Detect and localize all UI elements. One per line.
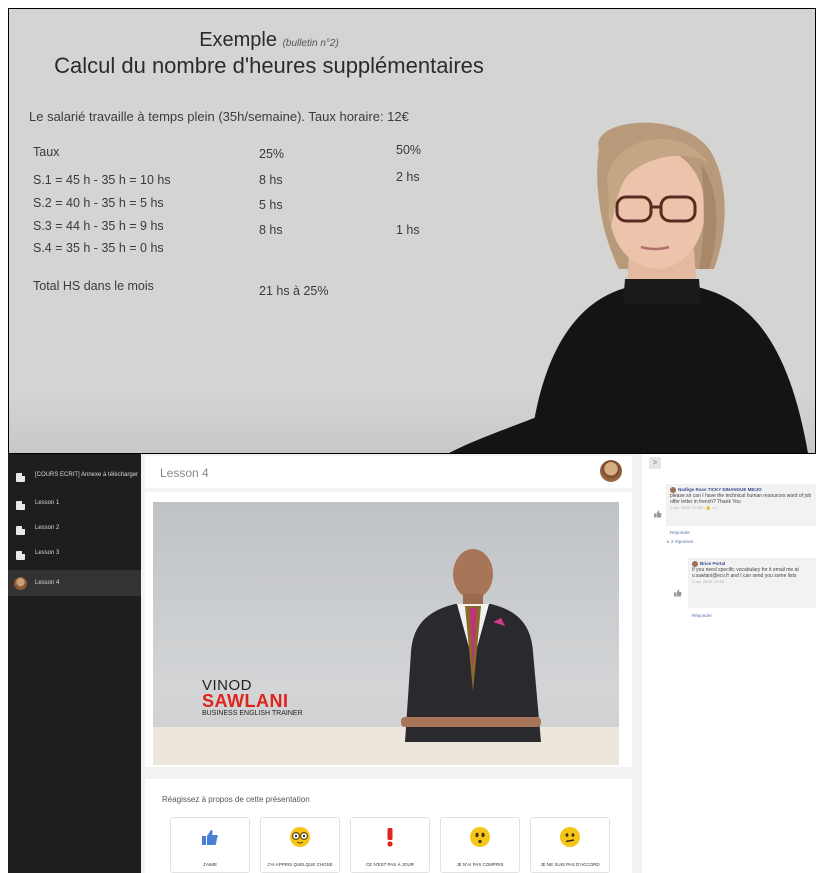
sidebar-item-lesson-2[interactable]: Lesson 2 [8,525,141,535]
comment-author: Nadège Rose TICKY DINANGUE MEIJO [678,487,762,493]
lesson-video-player[interactable]: VINOD SAWLANI BUSINESS ENGLISH TRAINER [153,502,619,765]
brand-tagline: BUSINESS ENGLISH TRAINER [202,710,303,717]
document-icon [16,501,25,510]
sidebar-item-label: Lesson 2 [35,525,60,531]
sidebar-item-lesson-1[interactable]: Lesson 1 [8,500,141,510]
learned-emoji-icon [289,826,311,848]
thumbs-up-icon [199,826,221,848]
document-icon [16,551,25,560]
trainer-image [401,549,541,742]
confused-emoji-icon [469,826,491,848]
lesson-main: Lesson 4 VINOD SAWLANI BUSINESS ENGLISH … [141,454,636,873]
comment-body: If you need specific vocabulary for it e… [692,567,799,579]
slide-row-c25: 8 hs [259,223,283,237]
lesson-video-card: VINOD SAWLANI BUSINESS ENGLISH TRAINER [145,492,632,767]
reaction-label: JE N'AI PAS COMPRIS [456,862,504,867]
reaction-like-button[interactable]: J'AIME [170,817,250,873]
reply-link[interactable]: Répondre [692,613,712,618]
reaction-disagree-button[interactable]: JE NE SUIS PAS D'ACCORD [530,817,610,873]
reaction-label: J'AI APPRIS QUELQUE CHOSE [267,862,333,867]
reaction-label: CE N'EST PAS À JOUR [366,862,414,867]
comments-panel: > Nadège Rose TICKY DINANGUE MEIJO pleas… [642,454,816,873]
comment-author: Brice Portal [700,561,726,567]
reaction-outdated-button[interactable]: CE N'EST PAS À JOUR [350,817,430,873]
slide-intro: Le salarié travaille à temps plein (35h/… [29,109,409,124]
presenter-image [449,122,808,453]
slide-col-50: 50% [396,143,422,157]
slide-title: Exemple (bulletin n°2) [9,29,529,52]
sidebar-item-label: [COURS ECRIT] Annexe à télécharger [35,472,139,478]
reaction-label: J'AIME [202,862,218,867]
slide-total-value: 21 hs à 25% [259,284,329,298]
document-icon [16,473,25,482]
sidebar-item-lesson-4[interactable]: Lesson 4 [8,570,141,596]
top-video-player[interactable]: Exemple (bulletin n°2) Calcul du nombre … [8,8,816,454]
reaction-label: JE NE SUIS PAS D'ACCORD [540,862,600,867]
sidebar-item-lesson-3[interactable]: Lesson 3 [8,550,141,560]
exclamation-icon [379,826,401,848]
replies-toggle[interactable]: ↳ 2 réponses [666,539,693,545]
sidebar-item-label: Lesson 4 [35,579,60,586]
chevron-right-icon[interactable]: > [649,457,661,469]
sidebar-item-label: Lesson 3 [35,550,60,556]
sidebar-item-annexe[interactable]: [COURS ECRIT] Annexe à télécharger [8,472,141,482]
avatar [14,576,27,590]
slide-row-c50: 1 hs [396,223,420,237]
brand-name-last: SAWLANI [202,691,289,711]
slide-row-c50: 2 hs [396,170,420,184]
slide-row-c25: 8 hs [259,173,283,187]
slide-title-note: (bulletin n°2) [282,38,339,49]
slide-row-label: S.2 = 40 h - 35 h = 5 hs [33,196,164,210]
comment: Nadège Rose TICKY DINANGUE MEIJO please … [666,484,816,526]
reaction-not-understood-button[interactable]: JE N'AI PAS COMPRIS [440,817,520,873]
reactions-title: Réagissez à propos de cette présentation [162,795,310,804]
lesson-sidebar: [COURS ECRIT] Annexe à télécharger Lesso… [8,454,141,873]
comment-reply: Brice Portal If you need specific vocabu… [688,558,816,608]
comment-meta: 1 oct. 2020, 17:50 [692,579,725,584]
document-icon [16,526,25,535]
avatar[interactable] [600,460,622,482]
slide-subtitle: Calcul du nombre d'heures supplémentaire… [54,53,484,78]
slide-title-prefix: Exemple [199,29,277,51]
slide-row-c25: 5 hs [259,198,283,212]
slide-row-label: S.1 = 45 h - 35 h = 10 hs [33,173,171,187]
slide-row-label: S.3 = 44 h - 35 h = 9 hs [33,219,164,233]
slide-row-label: S.4 = 35 h - 35 h = 0 hs [33,241,164,255]
page-title: Lesson 4 [160,466,209,480]
slide-total-label: Total HS dans le mois [33,279,154,293]
sidebar-item-label: Lesson 1 [35,500,60,506]
lms-screen: [COURS ECRIT] Annexe à télécharger Lesso… [8,454,816,873]
reaction-learned-button[interactable]: J'AI APPRIS QUELQUE CHOSE [260,817,340,873]
slide-col-25: 25% [259,147,285,161]
disagree-emoji-icon [559,826,581,848]
comment-body: please sir can I have the technical huma… [670,493,812,505]
slide-col-taux: Taux [33,145,60,159]
lesson-header: Lesson 4 [145,456,632,488]
reactions-card: Réagissez à propos de cette présentation… [145,779,632,873]
reply-link[interactable]: Répondre [670,530,690,535]
comment-meta: 1 oct. 2020, 17:05 • 👍 • 0 [670,505,717,510]
like-icon[interactable] [654,505,662,518]
like-icon[interactable] [674,584,682,597]
